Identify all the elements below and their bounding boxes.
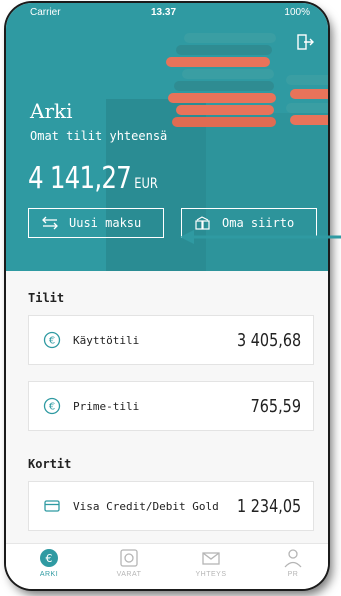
tab-yhteys[interactable]: YHTEYS: [176, 548, 246, 588]
decor-block: [206, 113, 328, 271]
bank-transfer-icon: [195, 216, 210, 230]
currency-label: EUR: [134, 176, 158, 192]
account-balance: 3 405,68: [236, 329, 301, 351]
person-icon: [284, 549, 302, 568]
page-title: Arki: [30, 99, 73, 123]
cards-section-title: Kortit: [28, 457, 72, 471]
tab-arki[interactable]: € ARKI: [14, 548, 84, 588]
status-bar: Carrier 13.37 100%: [6, 5, 328, 21]
tab-label: VARAT: [116, 571, 142, 578]
card-item[interactable]: Visa Credit/Debit Gold 1 234,05: [28, 481, 314, 531]
annotation-arrow: [180, 230, 341, 244]
new-payment-button[interactable]: Uusi maksu: [28, 208, 164, 238]
account-balance: 765,59: [250, 395, 301, 417]
svg-text:€: €: [46, 552, 53, 565]
total-balance: 4 141,27 EUR: [28, 161, 158, 196]
account-card[interactable]: € Käyttötili 3 405,68: [28, 315, 314, 365]
new-payment-label: Uusi maksu: [69, 216, 142, 230]
battery-level: 100%: [284, 7, 310, 18]
tab-label: ARKI: [39, 571, 59, 578]
card-name: Visa Credit/Debit Gold: [73, 499, 219, 513]
clock: 13.37: [151, 7, 177, 18]
tab-bar: € ARKI VARAT YHTEYS PR: [6, 543, 328, 589]
tab-label: YHTEYS: [195, 571, 227, 578]
account-card[interactable]: € Prime-tili 765,59: [28, 381, 314, 431]
carrier-label: Carrier: [30, 7, 61, 18]
account-name: Käyttötili: [73, 333, 140, 347]
euro-icon: €: [43, 397, 61, 415]
euro-icon: €: [43, 331, 61, 349]
svg-text:€: €: [49, 336, 55, 347]
credit-card-icon: [44, 500, 60, 512]
tab-profile[interactable]: PR: [258, 548, 328, 588]
mail-icon: [202, 552, 220, 565]
own-transfer-label: Oma siirto: [222, 216, 295, 230]
total-amount: 4 141,27: [28, 161, 132, 196]
euro-icon: €: [40, 549, 58, 567]
transfer-arrows-icon: [42, 216, 58, 230]
vault-icon: [120, 549, 138, 567]
phone-screen: Carrier 13.37 100% Arki Omat tilit yhtee…: [6, 3, 328, 589]
logout-icon[interactable]: [296, 33, 314, 51]
total-label: Omat tilit yhteensä: [30, 129, 168, 143]
accounts-section-title: Tilit: [28, 291, 65, 305]
account-name: Prime-tili: [73, 399, 140, 413]
accounts-content: Tilit € Käyttötili 3 405,68 € Prime-tili…: [6, 271, 328, 551]
svg-text:€: €: [49, 402, 55, 413]
tab-label: PR: [287, 571, 299, 578]
tab-varat[interactable]: VARAT: [94, 548, 164, 588]
card-balance: 1 234,05: [236, 495, 301, 517]
